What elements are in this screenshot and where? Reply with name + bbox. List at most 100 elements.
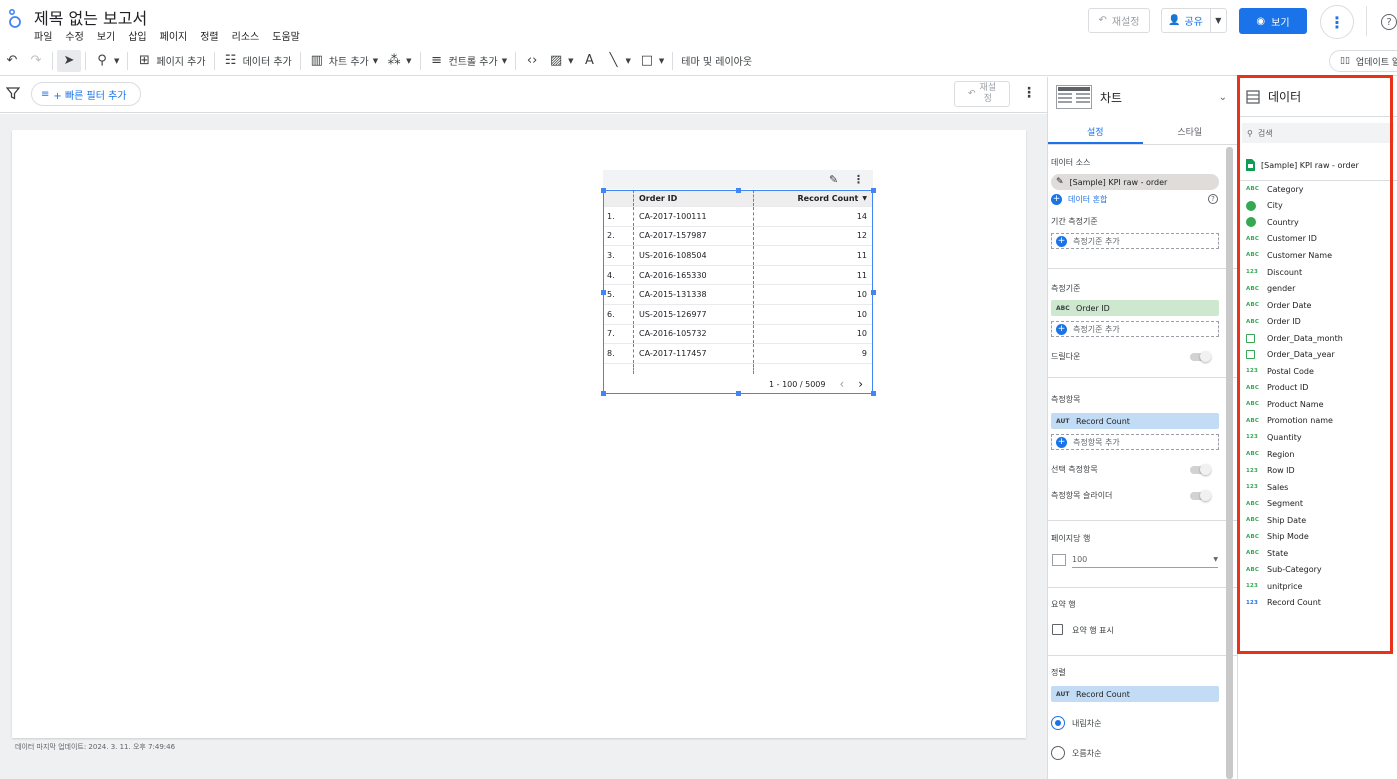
community-viz-button[interactable]: ⁂ ▼: [382, 50, 415, 72]
chevron-right-icon[interactable]: ›: [858, 377, 863, 391]
eye-icon: ◉: [1256, 15, 1266, 27]
resize-handle[interactable]: [736, 391, 741, 396]
metric-chip-record-count[interactable]: AUT Record Count: [1051, 413, 1219, 429]
show-summary-checkbox[interactable]: [1052, 624, 1063, 635]
report-title[interactable]: 제목 없는 보고서: [34, 5, 147, 29]
blend-data-button[interactable]: + 데이터 혼합: [1051, 194, 1107, 205]
optional-metric-toggle[interactable]: [1190, 464, 1211, 475]
resize-handle[interactable]: [601, 290, 606, 295]
table-chart[interactable]: ✎ ⋮ Order ID Record Count ▼ 1. CA-2017-100…: [601, 170, 876, 396]
tab-style[interactable]: 스타일: [1143, 117, 1238, 144]
text-box-icon: A: [585, 53, 594, 68]
add-data-button[interactable]: ☷ 데이터 추가: [219, 50, 296, 72]
chart-more-icon[interactable]: ⋮: [853, 173, 864, 186]
plus-icon: +: [1056, 323, 1067, 335]
canvas-reset-button[interactable]: ↶ 재설 정: [954, 81, 1010, 107]
rows-per-page-label: 페이지당 행: [1051, 534, 1091, 543]
menu-view[interactable]: 보기: [97, 28, 115, 43]
view-button[interactable]: ◉ 보기: [1239, 8, 1307, 34]
date-range-dimension-label: 기간 측정기준: [1051, 217, 1098, 226]
add-date-dimension-button[interactable]: + 측정기준 추가: [1051, 233, 1219, 249]
menu-edit[interactable]: 수정: [65, 28, 83, 43]
reset-button[interactable]: ↶ 재설정: [1088, 8, 1150, 33]
add-dimension-button[interactable]: + 측정기준 추가: [1051, 321, 1219, 337]
text-button[interactable]: A: [578, 50, 602, 72]
sort-descending-radio[interactable]: [1051, 716, 1065, 730]
help-icon[interactable]: ?: [1208, 194, 1218, 204]
looker-studio-logo[interactable]: [8, 8, 22, 34]
rows-icon: [1052, 554, 1066, 566]
chevron-down-icon: ▼: [114, 56, 120, 65]
report-page[interactable]: [12, 130, 1026, 738]
tab-setup[interactable]: 설정: [1048, 117, 1143, 144]
add-quick-filter-button[interactable]: ≡ + 빠른 필터 추가: [31, 82, 141, 106]
add-chart-icon: ▥: [310, 53, 323, 68]
update-button[interactable]: ▯▯ 업데이트 알: [1329, 50, 1397, 72]
undo-button[interactable]: ↶: [0, 50, 24, 72]
help-icon[interactable]: ?: [1381, 14, 1397, 30]
abc-type-icon: ABC: [1056, 304, 1070, 312]
zoom-tool[interactable]: ⚲ ▼: [90, 50, 123, 72]
resize-handle[interactable]: [601, 188, 606, 193]
redo-button[interactable]: ↷: [24, 50, 48, 72]
resize-handle[interactable]: [871, 391, 876, 396]
add-person-icon: 👤: [1168, 15, 1181, 26]
table-chart-icon: [1056, 85, 1092, 109]
menu-resource[interactable]: 리소스: [232, 28, 260, 43]
embed-button[interactable]: ‹›: [520, 50, 544, 72]
filter-icon[interactable]: [6, 86, 20, 100]
pencil-icon[interactable]: ✎: [829, 173, 838, 186]
menu-arrange[interactable]: 정렬: [200, 28, 218, 43]
rows-per-page-select[interactable]: 100 ▼: [1072, 552, 1218, 568]
metric-slider-toggle[interactable]: [1190, 490, 1211, 501]
more-options-icon[interactable]: ⋮: [1320, 5, 1354, 39]
resize-handle[interactable]: [601, 391, 606, 396]
canvas-more-icon[interactable]: ⋮: [1022, 85, 1036, 101]
add-metric-button[interactable]: + 측정항목 추가: [1051, 434, 1219, 450]
sort-chip-record-count[interactable]: AUT Record Count: [1051, 686, 1219, 702]
metric-label: 측정항목: [1051, 395, 1081, 404]
theme-layout-button[interactable]: 테마 및 레이아웃: [677, 50, 756, 72]
drilldown-label: 드릴다운: [1051, 352, 1081, 361]
line-button[interactable]: ╲ ▼: [602, 50, 635, 72]
share-dropdown-icon[interactable]: ▼: [1211, 16, 1226, 25]
image-button[interactable]: ▨ ▼: [544, 50, 577, 72]
data-source-chip[interactable]: ✎ [Sample] KPI raw - order: [1051, 174, 1219, 190]
columns-icon: ▯▯: [1340, 56, 1350, 66]
chevron-left-icon[interactable]: ‹: [839, 377, 844, 391]
drilldown-toggle[interactable]: [1190, 351, 1211, 362]
menu-page[interactable]: 페이지: [160, 28, 188, 43]
select-tool[interactable]: ➤: [57, 49, 81, 72]
add-control-button[interactable]: ≡ 컨트롤 추가 ▼: [425, 50, 512, 72]
resize-handle[interactable]: [871, 188, 876, 193]
menu-bar: 파일 수정 보기 삽입 페이지 정렬 리소스 도움말: [34, 28, 300, 43]
toolbar-divider: [672, 51, 674, 70]
last-updated-text: 데이터 마지막 업데이트: 2024. 3. 11. 오후 7:49:46: [15, 743, 176, 751]
control-icon: ≡: [431, 53, 442, 68]
resize-handle[interactable]: [736, 188, 741, 193]
add-chart-button[interactable]: ▥ 차트 추가 ▼: [305, 50, 382, 72]
chevron-down-icon: ▼: [1213, 556, 1218, 563]
shape-button[interactable]: □ ▼: [635, 50, 668, 72]
sort-ascending-radio[interactable]: [1051, 746, 1065, 760]
dimension-chip-order-id[interactable]: ABC Order ID: [1051, 300, 1219, 316]
menu-help[interactable]: 도움말: [272, 28, 300, 43]
sort-ascending-label: 오름차순: [1072, 749, 1102, 758]
panel-scrollbar[interactable]: [1226, 147, 1233, 779]
rectangle-icon: □: [640, 53, 654, 68]
pagination-text: 1 - 100 / 5009: [769, 379, 826, 389]
chevron-down-icon: ▼: [501, 56, 508, 65]
line-icon: ╲: [609, 53, 618, 68]
undo-icon: ↶: [6, 53, 18, 68]
add-page-button[interactable]: ⊞ 페이지 추가: [132, 50, 209, 72]
toolbar-divider: [52, 51, 53, 70]
undo-arrow-icon: ↶: [967, 88, 976, 99]
resize-handle[interactable]: [871, 290, 876, 295]
menu-file[interactable]: 파일: [34, 28, 52, 43]
selection-frame: [603, 190, 873, 394]
toolbar-divider: [515, 51, 517, 70]
share-button[interactable]: 👤 공유 ▼: [1161, 8, 1227, 33]
chart-type-selector[interactable]: 차트 ⌄: [1048, 77, 1237, 117]
menu-insert[interactable]: 삽입: [128, 28, 146, 43]
share-main[interactable]: 👤 공유: [1162, 9, 1211, 32]
